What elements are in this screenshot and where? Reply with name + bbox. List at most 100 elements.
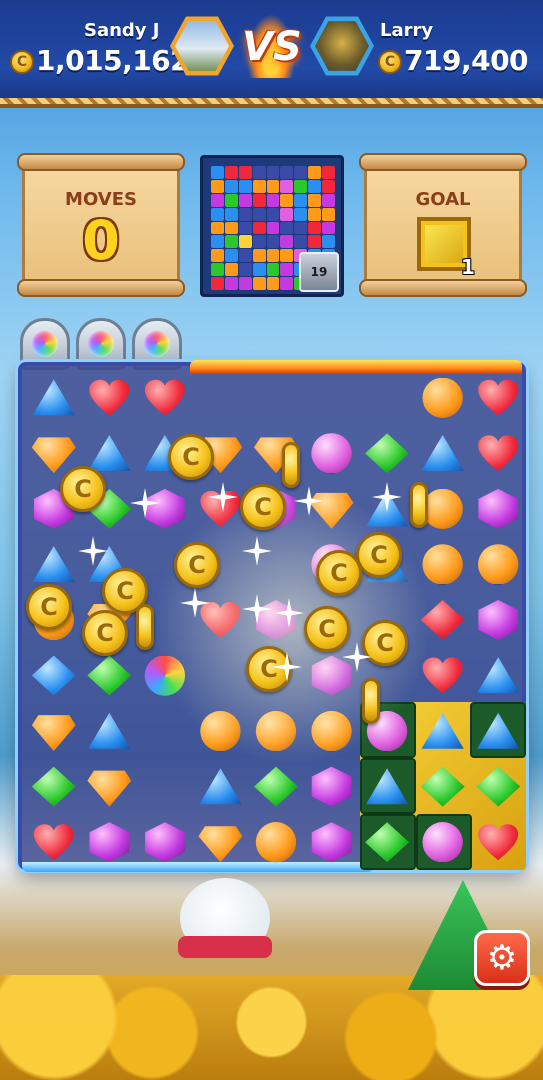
board-cell[interactable] [304,814,360,870]
board-cell[interactable] [248,370,304,426]
blue-tri-gem[interactable] [477,657,520,694]
orange-cut-gem[interactable] [31,715,76,752]
board-cell[interactable] [470,481,526,537]
minimap-gem [238,193,252,207]
board-cell[interactable] [470,814,526,870]
board-cell[interactable] [359,759,415,815]
coin-icon: C [26,584,72,630]
green-diamond-gem[interactable] [87,655,132,696]
minimap-gem [211,277,224,290]
purple-hex-gem[interactable] [145,488,185,529]
board-cell[interactable] [415,814,471,870]
board-cell[interactable] [26,703,82,759]
pink-orb-gem[interactable] [311,433,352,474]
board-cell[interactable] [82,814,138,870]
minimap-gem [308,193,322,207]
blue-tri-gem[interactable] [32,379,75,416]
player-right-avatar[interactable] [310,16,374,76]
vs-label: VS [242,24,302,70]
board-cell[interactable] [470,370,526,426]
minimap-gem [266,193,280,207]
board-cell[interactable] [415,426,471,482]
board-cell[interactable] [470,592,526,648]
orange-cut-gem[interactable] [31,437,76,474]
board-cell[interactable] [359,370,415,426]
blue-tri-gem[interactable] [32,546,75,583]
board-cell[interactable] [193,759,249,815]
orange-orb-gem[interactable] [478,544,519,585]
blue-tri-gem[interactable] [199,768,242,805]
game-board[interactable]: C C C C C C C C C C C C [18,360,526,872]
board-cell[interactable] [137,759,193,815]
coin-icon: C [304,606,350,652]
orange-orb-gem[interactable] [422,377,463,418]
board-cell[interactable] [415,370,471,426]
board-cell[interactable] [26,759,82,815]
board-cell[interactable] [248,814,304,870]
board-cell[interactable] [359,814,415,870]
opponent-board-minimap[interactable]: 19 [200,155,344,297]
minimap-gem [294,235,308,249]
minimap-gem [252,235,266,249]
minimap-gem [294,207,308,221]
red-heart-gem[interactable] [87,378,131,418]
blue-tri-gem[interactable] [477,712,520,749]
board-cell[interactable] [415,703,471,759]
board-cell[interactable] [304,370,360,426]
purple-hex-gem[interactable] [89,822,130,863]
blue-tri-gem[interactable] [88,434,131,471]
board-cell[interactable] [470,426,526,482]
board-cell[interactable] [137,370,193,426]
board-cell[interactable] [470,759,526,815]
red-heart-gem[interactable] [476,433,520,473]
minimap-gem [252,207,266,221]
minimap-gem [224,166,238,179]
minimap-gem [266,179,280,193]
blue-tri-gem[interactable] [421,434,464,471]
blue-tri-gem[interactable] [88,712,131,749]
minimap-gem [238,263,252,277]
minimap-gem [238,221,252,235]
minimap-gem [252,193,266,207]
green-diamond-gem[interactable] [31,766,76,807]
board-cell[interactable] [470,648,526,704]
board-cell[interactable] [26,648,82,704]
minimap-gem [280,207,294,221]
orange-orb-gem[interactable] [255,822,297,863]
purple-hex-gem[interactable] [145,822,185,863]
orange-cut-gem[interactable] [198,826,243,863]
board-cell[interactable] [470,537,526,593]
board-cell[interactable] [470,703,526,759]
green-diamond-gem[interactable] [476,766,521,807]
minimap-gem [322,221,335,235]
pink-orb-gem[interactable] [422,822,463,863]
purple-hex-gem[interactable] [478,488,519,529]
board-cell[interactable] [193,814,249,870]
red-heart-gem[interactable] [476,378,520,418]
green-diamond-gem[interactable] [365,822,410,863]
green-diamond-gem[interactable] [365,433,410,474]
board-cell[interactable] [26,370,82,426]
red-heart-gem[interactable] [32,822,76,862]
red-heart-gem[interactable] [143,378,187,418]
board-cell[interactable] [26,814,82,870]
purple-hex-gem[interactable] [311,822,352,863]
board-cell[interactable] [82,703,138,759]
green-diamond-gem[interactable] [420,766,465,807]
board-cell[interactable] [193,370,249,426]
red-heart-gem[interactable] [476,822,520,862]
settings-button[interactable]: ⚙ [474,930,530,986]
blue-tri-gem[interactable] [365,768,409,805]
board-cell[interactable] [359,426,415,482]
blue-tri-gem[interactable] [421,712,464,749]
board-cell[interactable] [82,648,138,704]
minimap-gem [224,193,238,207]
blue-diamond-gem[interactable] [31,655,76,696]
board-cell[interactable] [82,370,138,426]
board-cell[interactable] [82,759,138,815]
board-cell[interactable] [304,426,360,482]
orange-cut-gem[interactable] [87,770,132,807]
purple-hex-gem[interactable] [478,599,519,640]
board-cell[interactable] [137,814,193,870]
board-cell[interactable] [415,759,471,815]
